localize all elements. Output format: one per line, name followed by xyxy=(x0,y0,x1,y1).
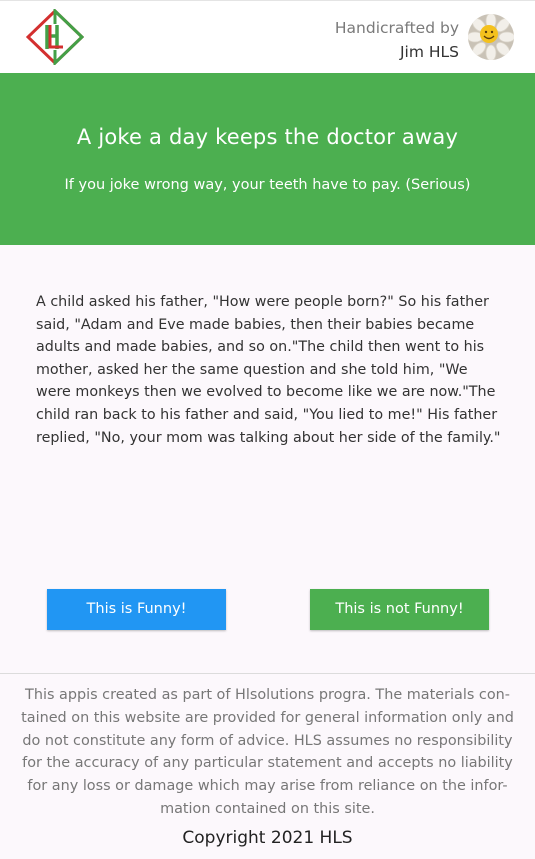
page-footer: This appis created as part of Hlsolution… xyxy=(0,673,535,859)
credit-prefix: Handicrafted by xyxy=(334,19,459,37)
hero-banner: A joke a day keeps the doctor away If yo… xyxy=(0,73,535,245)
funny-button[interactable]: This is Funny! xyxy=(47,589,226,630)
disclaimer-text: This appis created as part of Hlsolution… xyxy=(21,687,514,817)
credit-name: Jim HLS xyxy=(399,43,459,61)
author-credit: Handicrafted by Jim HLS xyxy=(335,16,459,64)
copyright-text: Copyright 2021 HLS xyxy=(182,828,353,848)
hero-subtitle: If you joke wrong way, your teeth have t… xyxy=(64,177,471,193)
joke-text: A child asked his father, "How were peop… xyxy=(36,294,501,446)
app-header: Handicrafted by Jim HLS xyxy=(0,1,535,73)
joke-section: A child asked his father, "How were peop… xyxy=(0,245,535,673)
hls-logo[interactable] xyxy=(25,7,85,67)
hero-title: A joke a day keeps the doctor away xyxy=(76,125,459,149)
avatar[interactable] xyxy=(468,14,514,60)
not-funny-button[interactable]: This is not Funny! xyxy=(310,589,489,630)
